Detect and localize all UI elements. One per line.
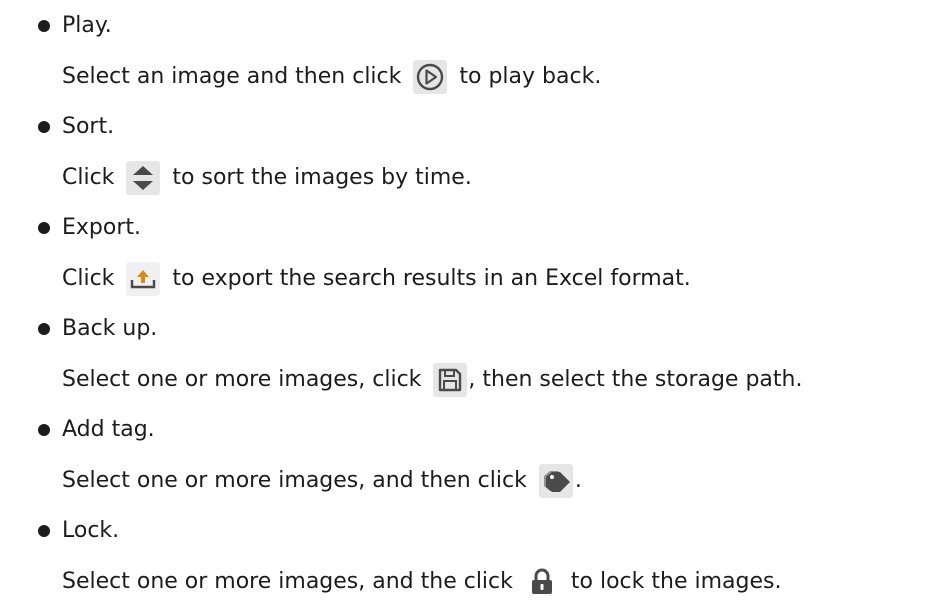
list-item-lock: Lock. Select one or more images, and the…: [0, 508, 938, 609]
bullet-dot: [38, 525, 50, 537]
list-item-sort: Sort. Click to sort the images by time.: [0, 104, 938, 205]
desc-text-after: to lock the images.: [570, 569, 782, 594]
item-description: Click to sort the images by time.: [62, 160, 472, 196]
save-disk-icon: [433, 363, 468, 397]
bullet-dot: [38, 323, 50, 335]
list-item-add-tag: Add tag. Select one or more images, and …: [0, 407, 938, 508]
desc-text-after: to sort the images by time.: [172, 165, 472, 190]
bullet-dot: [38, 222, 50, 234]
item-description: Click to export the search results in an…: [62, 261, 691, 297]
sort-arrows-icon: [126, 161, 161, 195]
lock-icon: [524, 565, 559, 599]
list-item-play: Play. Select an image and then click to …: [0, 3, 938, 104]
desc-text-after: to play back.: [459, 64, 602, 89]
desc-text-before: Select one or more images, click: [62, 367, 422, 392]
desc-text-before: Select one or more images, and the click: [62, 569, 513, 594]
document-page: Play. Select an image and then click to …: [0, 3, 938, 615]
desc-text-before: Select one or more images, and then clic…: [62, 468, 527, 493]
desc-text-after: .: [574, 468, 582, 493]
item-description: Select an image and then click to play b…: [62, 59, 601, 95]
item-title: Add tag.: [62, 417, 155, 442]
item-title: Play.: [62, 13, 112, 38]
desc-text-after: , then select the storage path.: [468, 367, 803, 392]
item-description: Select one or more images, click , then …: [62, 362, 802, 398]
item-title: Sort.: [62, 114, 115, 139]
item-title: Back up.: [62, 316, 158, 341]
list-item-backup: Back up. Select one or more images, clic…: [0, 306, 938, 407]
play-circle-icon: [413, 60, 448, 94]
item-description: Select one or more images, and the click…: [62, 564, 781, 600]
bullet-dot: [38, 121, 50, 133]
item-description: Select one or more images, and then clic…: [62, 463, 582, 499]
tag-icon: [538, 464, 573, 498]
list-item-export: Export. Click to export the search resul…: [0, 205, 938, 306]
export-icon: [126, 262, 161, 296]
bullet-dot: [38, 20, 50, 32]
feature-list: Play. Select an image and then click to …: [0, 3, 938, 609]
desc-text-after: to export the search results in an Excel…: [172, 266, 691, 291]
item-title: Lock.: [62, 518, 120, 543]
item-title: Export.: [62, 215, 142, 240]
desc-text-before: Select an image and then click: [62, 64, 402, 89]
desc-text-before: Click: [62, 266, 115, 291]
desc-text-before: Click: [62, 165, 115, 190]
bullet-dot: [38, 424, 50, 436]
